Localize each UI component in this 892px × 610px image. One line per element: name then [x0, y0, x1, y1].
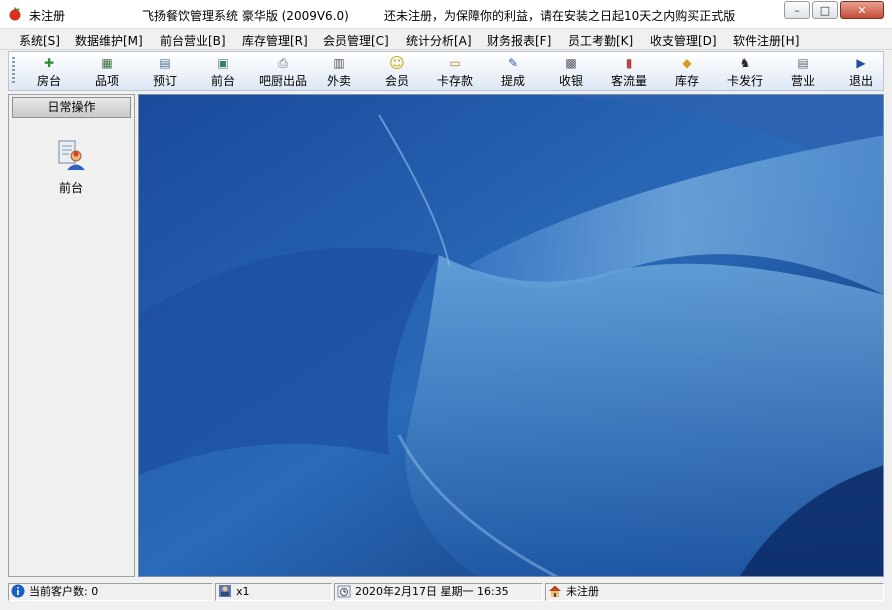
menu-inventory[interactable]: 库存管理[R]: [242, 32, 308, 49]
toolbar-label: 外卖: [326, 74, 351, 88]
toolbar-grip[interactable]: [12, 57, 15, 85]
home-icon: [549, 585, 561, 597]
wallpaper-image: [139, 95, 883, 576]
toolbar-button-business[interactable]: ▤ 营业: [787, 55, 819, 89]
minimize-button[interactable]: –: [784, 1, 810, 19]
menu-front-business[interactable]: 前台营业[B]: [160, 32, 226, 49]
toolbar-label: 客流量: [610, 74, 647, 88]
menu-attendance[interactable]: 员工考勤[K]: [568, 32, 633, 49]
menu-system[interactable]: 系统[S]: [19, 32, 60, 49]
toolbar-label: 吧厨出品: [258, 74, 307, 88]
menu-income-expense[interactable]: 收支管理[D]: [650, 32, 717, 49]
runner-icon: ♞: [739, 56, 751, 70]
toolbar-label: 卡发行: [726, 74, 763, 88]
title-bar: 未注册 飞扬餐饮管理系统 豪华版 (2009V6.0) 还未注册，为保障你的利益…: [0, 0, 892, 29]
toolbar-label: 退出: [848, 74, 873, 88]
toolbar-label: 预订: [152, 74, 177, 88]
toolbar-button-kitchen-output[interactable]: ⎙ 吧厨出品: [255, 55, 311, 89]
toolbar-button-items[interactable]: ▦ 品项: [91, 55, 123, 89]
toolbar-label: 卡存款: [436, 74, 473, 88]
items-icon: ▦: [101, 56, 113, 70]
main-workspace: [138, 94, 884, 577]
toolbar-button-commission[interactable]: ✎ 提成: [497, 55, 529, 89]
status-bar: 当前客户数: 0 x1 2020年2月17日 星期一 16:35 未注册: [0, 581, 892, 610]
calendar-icon: ▤: [159, 56, 171, 70]
toolbar-label: 营业: [790, 74, 815, 88]
clock-icon: [337, 585, 351, 598]
menu-financial-reports[interactable]: 财务报表[F]: [487, 32, 551, 49]
front-desk-shortcut-label[interactable]: 前台: [47, 179, 95, 196]
cashier-icon: ▣: [217, 56, 229, 70]
customer-count-text: 当前客户数: 0: [29, 585, 99, 598]
customer-count-status: 当前客户数: 0: [8, 583, 213, 601]
toolbar-label: 房台: [36, 74, 61, 88]
scale-status: x1: [215, 583, 332, 601]
registration-text: 未注册: [566, 585, 599, 598]
menu-members[interactable]: 会员管理[C]: [323, 32, 389, 49]
bar-chart-icon: ▮: [625, 56, 633, 70]
commission-icon: ✎: [507, 56, 519, 70]
toolbar-button-members[interactable]: ☺ 会员: [381, 55, 413, 89]
toolbar-button-card-deposit[interactable]: ▭ 卡存款: [433, 55, 477, 89]
report-icon: ▤: [797, 56, 809, 70]
datetime-status: 2020年2月17日 星期一 16:35: [334, 583, 543, 601]
toolbar-label: 前台: [210, 74, 235, 88]
smiley-icon: ☺: [389, 54, 405, 72]
scale-text: x1: [236, 585, 250, 598]
menu-data-maintenance[interactable]: 数据维护[M]: [75, 32, 143, 49]
panel-header[interactable]: 日常操作: [12, 97, 131, 118]
printer-icon: ⎙: [278, 56, 288, 70]
app-name: 飞扬餐饮管理系统 豪华版 (2009V6.0): [142, 9, 349, 23]
table-icon: ✚: [43, 56, 55, 70]
menu-bar: 系统[S] 数据维护[M] 前台营业[B] 库存管理[R] 会员管理[C] 统计…: [0, 29, 892, 50]
toolbar-button-customer-flow[interactable]: ▮ 客流量: [607, 55, 651, 89]
info-icon: [11, 584, 25, 598]
menu-statistics[interactable]: 统计分析[A]: [406, 32, 472, 49]
toolbar-label: 收银: [558, 74, 583, 88]
users-icon: [219, 585, 231, 597]
apple-app-icon: [9, 7, 21, 21]
exit-door-icon: ▶: [856, 56, 866, 70]
toolbar-button-checkout[interactable]: ▩ 收银: [555, 55, 587, 89]
menu-registration[interactable]: 软件注册[H]: [733, 32, 799, 49]
toolbar-label: 会员: [384, 74, 409, 88]
window-controls: – □ ✕: [784, 1, 884, 19]
registration-status: 未注册: [545, 583, 884, 601]
datetime-text: 2020年2月17日 星期一 16:35: [355, 585, 509, 598]
toolbar: ✚ 房台 ▦ 品项 ▤ 预订 ▣ 前台 ⎙ 吧厨出品 ▥ 外卖 ☺ 会员 ▭ 卡…: [8, 51, 884, 91]
registration-notice: 还未注册，为保障你的利益，请在安装之日起10天之内购买正式版: [384, 9, 736, 23]
front-desk-user-icon[interactable]: [55, 139, 87, 171]
toolbar-button-booking[interactable]: ▤ 预订: [149, 55, 181, 89]
box-icon: ◆: [682, 56, 692, 70]
toolbar-button-front-desk[interactable]: ▣ 前台: [207, 55, 239, 89]
card-deposit-icon: ▭: [449, 56, 461, 70]
maximize-button[interactable]: □: [812, 1, 838, 19]
window-title: 未注册: [29, 9, 66, 23]
toolbar-label: 库存: [674, 74, 699, 88]
toolbar-label: 品项: [94, 74, 119, 88]
toolbar-button-card-issue[interactable]: ♞ 卡发行: [723, 55, 767, 89]
cash-register-icon: ▩: [565, 56, 577, 70]
toolbar-button-takeout[interactable]: ▥ 外卖: [323, 55, 355, 89]
close-button[interactable]: ✕: [840, 1, 884, 19]
toolbar-button-rooms[interactable]: ✚ 房台: [33, 55, 65, 89]
toolbar-button-exit[interactable]: ▶ 退出: [845, 55, 877, 89]
takeout-icon: ▥: [333, 56, 345, 70]
toolbar-button-inventory[interactable]: ◆ 库存: [671, 55, 703, 89]
toolbar-label: 提成: [500, 74, 525, 88]
daily-operations-panel: 日常操作 前台: [8, 94, 135, 577]
